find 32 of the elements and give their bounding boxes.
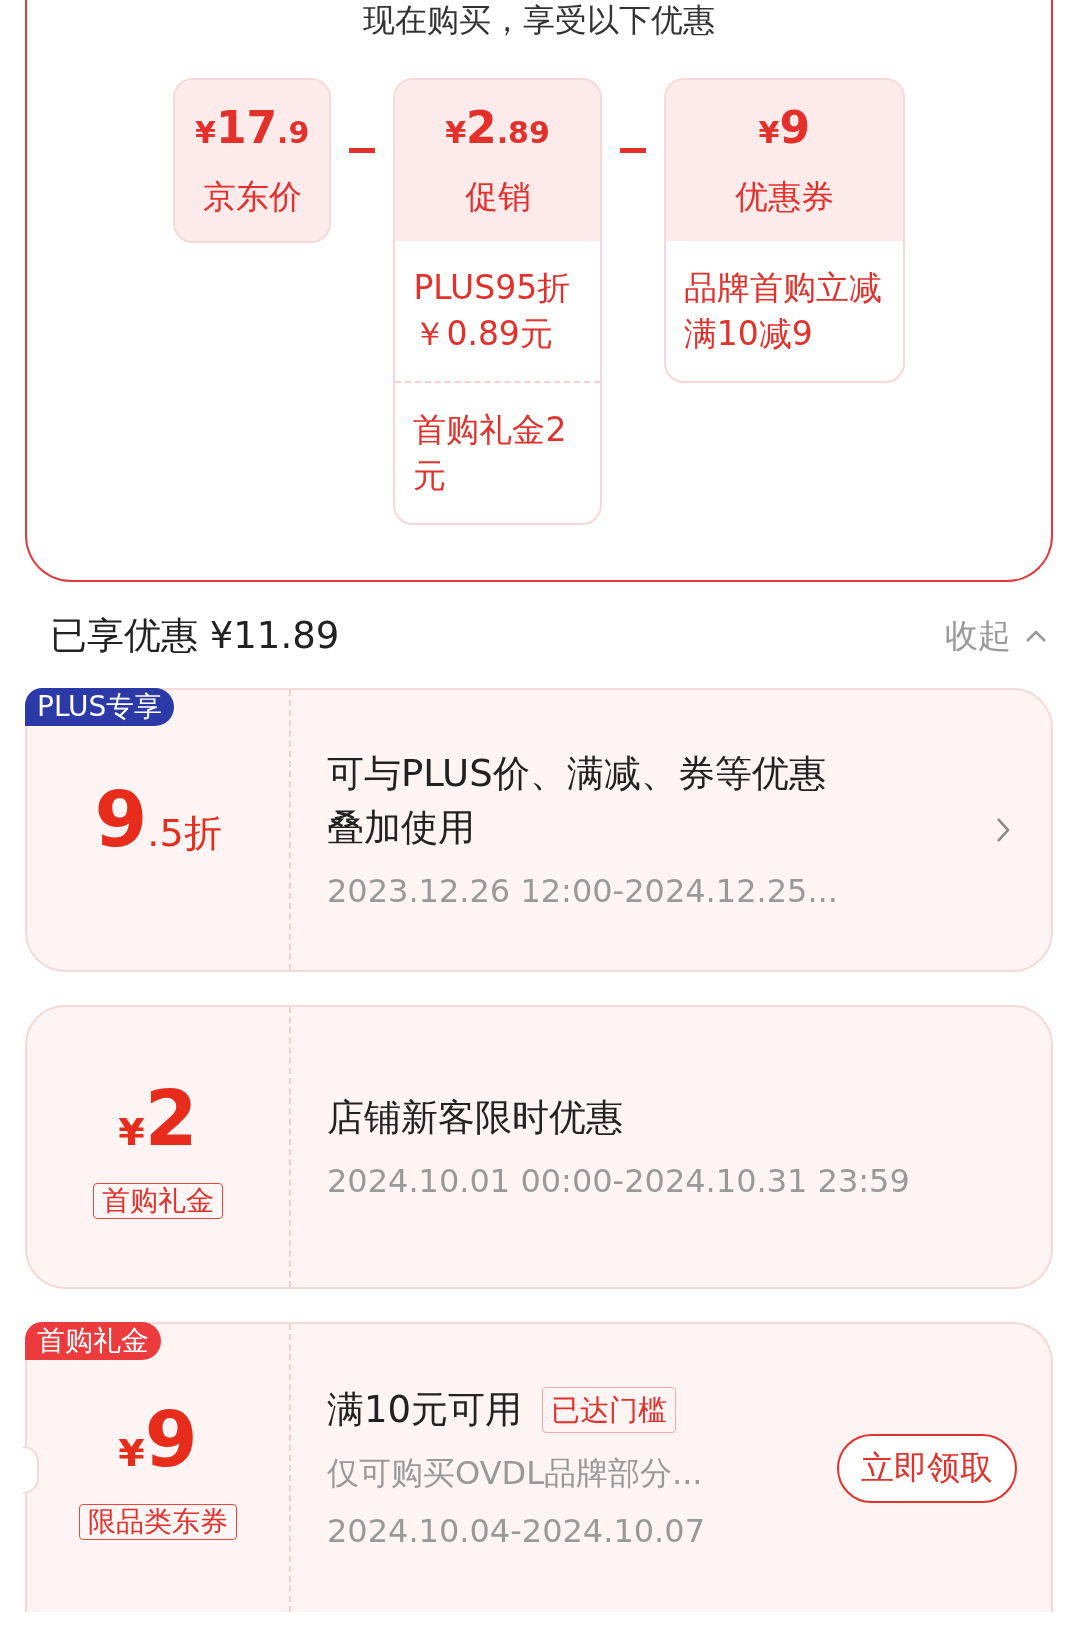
discount-detail: 首购礼金2元 [395, 381, 600, 523]
chevron-right-icon[interactable] [995, 816, 1011, 844]
coupon-amount: ¥9 [118, 1396, 198, 1486]
discount-total: 已享优惠 ¥11.89 [50, 613, 340, 659]
price-amount: ¥9 [758, 100, 811, 155]
collapse-button[interactable]: 收起 [939, 613, 1053, 659]
price-label: 促销 [464, 175, 531, 218]
panel-title: 现在购买，享受以下优惠 [362, 0, 716, 40]
coupon-dates: 2023.12.26 12:00-2024.12.25... [327, 871, 839, 912]
coupon-type-label: 首购礼金 [93, 1182, 223, 1219]
price-amount: ¥17.9 [195, 100, 310, 155]
price-label: 优惠券 [734, 175, 834, 218]
chevron-up-icon [1025, 629, 1047, 643]
coupon-title: 可与PLUS价、满减、券等优惠叠加使用 [327, 751, 827, 851]
coupon-title: 满10元可用 [327, 1387, 523, 1433]
coupon-description: 仅可购买OVDL品牌部分... [327, 1453, 704, 1494]
minus-icon [619, 148, 646, 153]
price-amount: ¥2.89 [445, 100, 550, 155]
coupon-amount: ¥2 [118, 1075, 198, 1165]
discount-detail: 品牌首购立减满10减9 [682, 267, 883, 355]
coupon-dates: 2024.10.01 00:00-2024.10.31 23:59 [327, 1161, 911, 1202]
discount-detail: PLUS95折￥0.89元 [412, 267, 572, 355]
claim-button[interactable]: 立即领取 [837, 1433, 1017, 1503]
coupon-title: 店铺新客限时优惠 [327, 1095, 623, 1141]
threshold-badge: 已达门槛 [542, 1387, 677, 1433]
coupon-tag: 首购礼金 [25, 1322, 161, 1360]
price-label: 京东价 [202, 175, 302, 218]
coupon-type-label: 限品类东券 [79, 1503, 237, 1540]
minus-icon [349, 148, 376, 153]
coupon-dates: 2024.10.04-2024.10.07 [327, 1511, 706, 1552]
coupon-amount: 9.5折 [94, 776, 222, 866]
coupon-tag: PLUS专享 [25, 688, 175, 726]
